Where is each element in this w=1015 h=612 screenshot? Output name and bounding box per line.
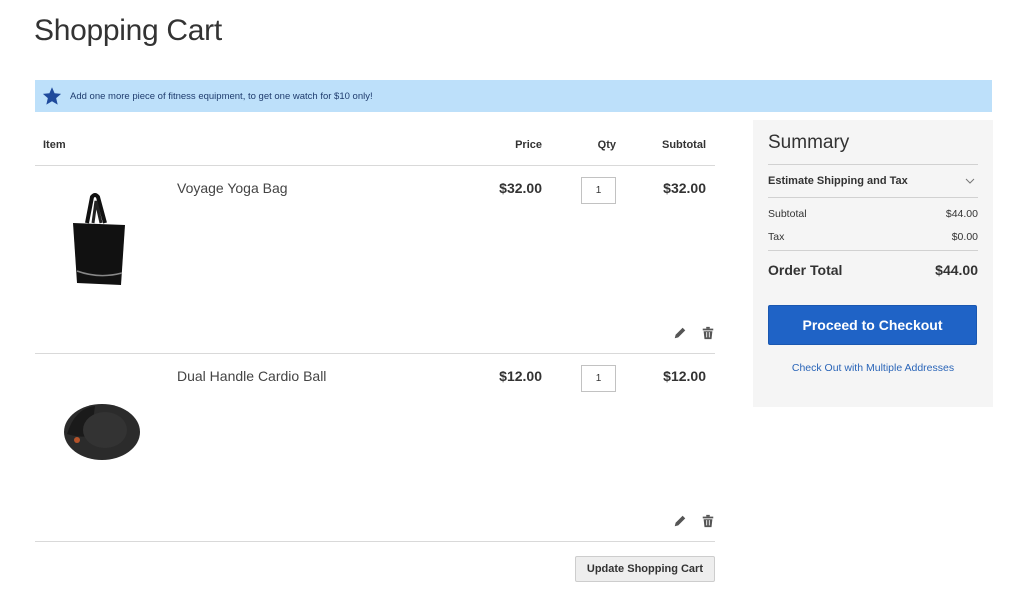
estimate-shipping-label: Estimate Shipping and Tax [768,175,908,187]
cart-header-row: Item Price Qty Subtotal [35,128,715,166]
tax-value: $0.00 [951,231,978,243]
quantity-input[interactable] [581,365,616,392]
order-total-label: Order Total [768,262,843,278]
product-name[interactable]: Voyage Yoga Bag [177,180,288,196]
quantity-input[interactable] [581,177,616,204]
product-price: $12.00 [499,368,542,384]
product-image-cardio-ball[interactable] [50,376,150,486]
order-summary: Summary Estimate Shipping and Tax Subtot… [753,120,993,407]
star-icon [42,86,62,106]
promo-banner: Add one more piece of fitness equipment,… [35,80,992,112]
multiple-addresses-link[interactable]: Check Out with Multiple Addresses [768,362,978,374]
product-image-tote-bag[interactable] [50,188,150,298]
subtotal-line: Subtotal $44.00 [768,208,978,220]
column-header-price: Price [515,139,542,151]
product-name[interactable]: Dual Handle Cardio Ball [177,368,326,384]
column-header-qty: Qty [597,139,616,151]
estimate-shipping-toggle[interactable]: Estimate Shipping and Tax [768,165,978,198]
subtotal-label: Subtotal [768,208,807,220]
tax-line: Tax $0.00 [768,231,978,251]
item-actions [673,326,715,340]
cart-table: Item Price Qty Subtotal Voyage Yoga Bag … [35,128,715,602]
cart-item-row: Dual Handle Cardio Ball $12.00 $12.00 [35,354,715,542]
chevron-down-icon [965,177,975,185]
promo-message: Add one more piece of fitness equipment,… [70,90,373,102]
pencil-icon[interactable] [673,514,687,528]
cart-footer: Update Shopping Cart [35,542,715,602]
product-subtotal: $32.00 [663,180,706,196]
tax-label: Tax [768,231,785,243]
summary-title: Summary [768,120,978,165]
cart-item-row: Voyage Yoga Bag $32.00 $32.00 [35,166,715,354]
column-header-subtotal: Subtotal [662,139,706,151]
order-total-value: $44.00 [935,262,978,278]
proceed-to-checkout-button[interactable]: Proceed to Checkout [768,305,977,345]
product-subtotal: $12.00 [663,368,706,384]
trash-icon[interactable] [701,326,715,340]
pencil-icon[interactable] [673,326,687,340]
order-total-line: Order Total $44.00 [768,262,978,278]
update-cart-button[interactable]: Update Shopping Cart [574,556,715,582]
trash-icon[interactable] [701,514,715,528]
item-actions [673,514,715,528]
column-header-item: Item [43,139,66,151]
product-price: $32.00 [499,180,542,196]
subtotal-value: $44.00 [945,208,978,220]
page-title: Shopping Cart [34,14,222,47]
